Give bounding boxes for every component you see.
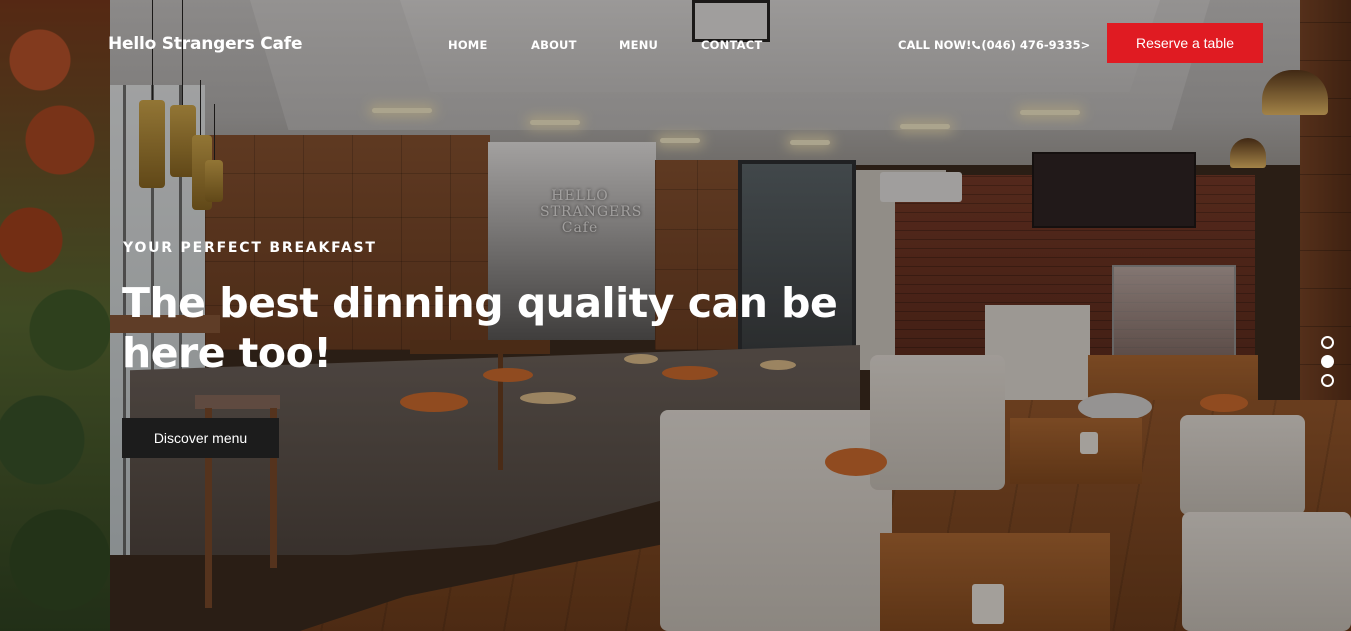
discover-menu-button[interactable]: Discover menu: [122, 418, 279, 458]
slide-dot-1[interactable]: [1321, 336, 1334, 349]
nav-about[interactable]: ABOUT: [531, 38, 577, 52]
slide-dot-3[interactable]: [1321, 374, 1334, 387]
call-now-label: CALL NOW!: [898, 38, 972, 52]
hero-headline: The best dinning quality can be here too…: [122, 279, 838, 377]
slider-pagination: [1321, 336, 1335, 393]
reserve-table-button[interactable]: Reserve a table: [1107, 23, 1263, 63]
nav-menu[interactable]: MENU: [619, 38, 658, 52]
slide-dot-2[interactable]: [1321, 355, 1334, 368]
call-now-link[interactable]: CALL NOW! (046) 476-9335>: [898, 38, 1090, 52]
nav-contact[interactable]: CONTACT: [701, 38, 762, 52]
hero-eyebrow: YOUR PERFECT BREAKFAST: [123, 240, 377, 256]
site-header: Hello Strangers Cafe HOME ABOUT MENU CON…: [0, 0, 1351, 90]
phone-number: (046) 476-9335>: [981, 38, 1091, 52]
nav-home[interactable]: HOME: [448, 38, 488, 52]
phone-icon: [971, 39, 981, 49]
hero-section: HELLO STRANGERS Cafe Hello Strangers Caf…: [0, 0, 1351, 631]
site-logo[interactable]: Hello Strangers Cafe: [108, 34, 303, 54]
